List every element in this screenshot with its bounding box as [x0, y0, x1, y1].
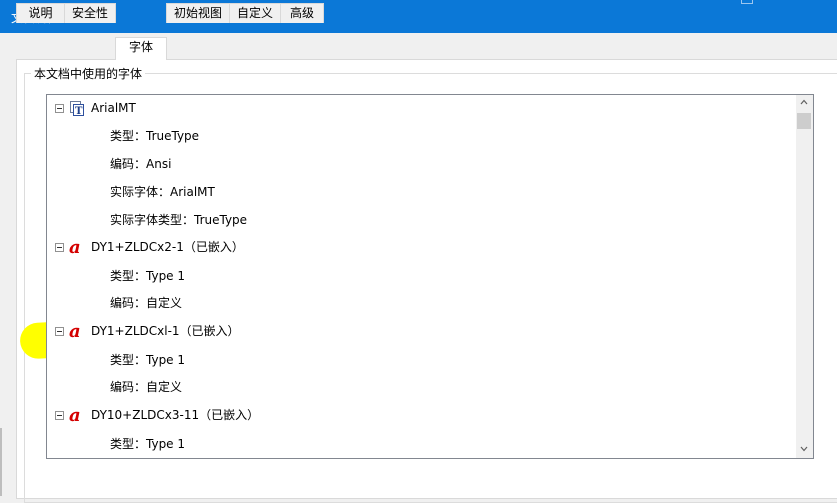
svg-text:a: a	[69, 238, 81, 256]
title-bar: 文档属性	[0, 0, 837, 33]
scroll-down-icon[interactable]	[800, 445, 808, 453]
font-prop: 编码：Ansi	[110, 157, 172, 171]
tab-description[interactable]: 说明	[16, 3, 65, 23]
font-prop: 类型：Type 1	[110, 437, 186, 451]
window-edge	[0, 428, 2, 496]
tab-label: 高级	[289, 6, 314, 20]
font-name[interactable]: ArialMT	[91, 99, 136, 117]
font-prop: 实际字体：ArialMT	[110, 185, 215, 199]
font-name[interactable]: DY1+ZLDCx2-1（已嵌入）	[91, 238, 244, 256]
font-prop: 编码：自定义	[110, 380, 183, 394]
tab-label: 初始视图	[173, 6, 222, 20]
font-prop: 编码：自定义	[110, 296, 183, 310]
font-prop: 类型：Type 1	[110, 269, 186, 283]
tab-label: 字体	[128, 40, 153, 54]
tab-security[interactable]: 安全性	[64, 3, 116, 23]
tab-label: 说明	[28, 6, 53, 20]
svg-text:a: a	[69, 406, 81, 424]
svg-text:T: T	[75, 106, 83, 116]
tab-label: 安全性	[71, 6, 108, 20]
font-name[interactable]: DY1+ZLDCxl-1（已嵌入）	[91, 322, 240, 340]
collapse-toggle[interactable]	[55, 243, 64, 252]
vertical-scrollbar[interactable]	[796, 95, 813, 458]
collapse-toggle[interactable]	[55, 327, 64, 336]
tab-custom[interactable]: 自定义	[229, 3, 281, 23]
type1-font-icon: a	[69, 406, 81, 424]
collapse-toggle[interactable]	[55, 411, 64, 420]
group-legend: 本文档中使用的字体	[31, 65, 146, 82]
font-prop: 类型：TrueType	[110, 129, 200, 143]
font-name[interactable]: DY10+ZLDCx3-11（已嵌入）	[91, 406, 259, 424]
tab-initial-view[interactable]: 初始视图	[166, 3, 230, 23]
font-prop: 实际字体类型：TrueType	[110, 213, 248, 227]
restore-button-edge[interactable]	[741, 0, 753, 4]
type1-font-icon: a	[69, 238, 81, 256]
type1-font-icon: a	[69, 322, 81, 340]
tab-advanced[interactable]: 高级	[280, 3, 324, 23]
tab-label: 自定义	[236, 6, 273, 20]
tab-fonts[interactable]: 字体	[115, 37, 167, 60]
svg-text:a: a	[69, 322, 81, 340]
scroll-thumb[interactable]	[797, 113, 811, 129]
truetype-font-icon: T	[70, 101, 84, 116]
font-prop: 类型：Type 1	[110, 353, 186, 367]
collapse-toggle[interactable]	[55, 104, 64, 113]
scroll-up-icon[interactable]	[800, 98, 808, 106]
